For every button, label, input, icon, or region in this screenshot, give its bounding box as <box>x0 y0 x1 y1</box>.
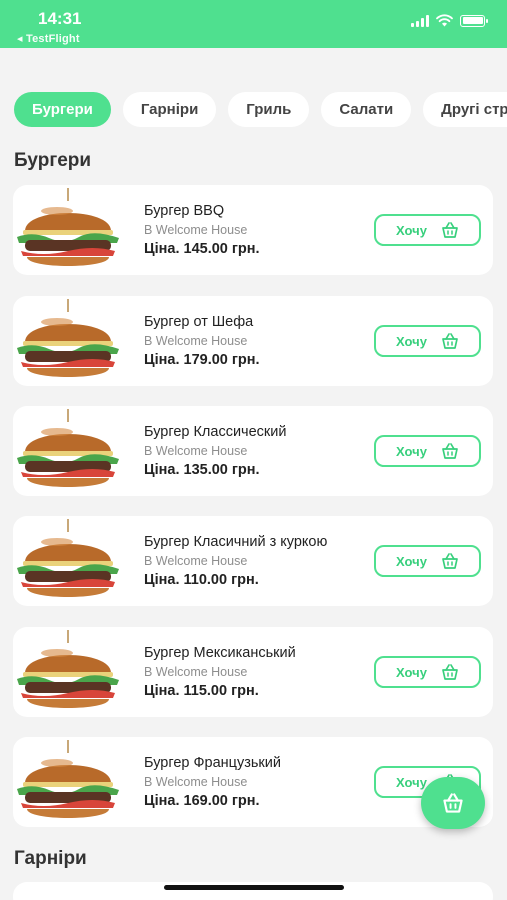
product-place: В Welcome House <box>144 665 248 679</box>
product-place: В Welcome House <box>144 444 248 458</box>
basket-icon <box>442 443 458 459</box>
section-title-sides: Гарніри <box>14 848 87 869</box>
product-photo <box>16 518 120 598</box>
status-bar: 14:31 ◂ TestFlight <box>0 0 507 48</box>
status-time: 14:31 <box>38 9 82 28</box>
want-button-label: Хочу <box>396 443 427 459</box>
want-button-label: Хочу <box>396 333 427 349</box>
want-button-label: Хочу <box>396 553 427 569</box>
product-photo <box>16 629 120 709</box>
product-name: Бургер BBQ <box>144 203 225 219</box>
want-button[interactable]: Хочу <box>374 214 481 246</box>
tab-main-dishes[interactable]: Другі страви <box>423 92 507 127</box>
status-icons <box>411 14 488 27</box>
product-price: Ціна. 145.00 грн. <box>144 241 260 257</box>
product-name: Бургер Французький <box>144 755 281 771</box>
product-photo <box>16 408 120 488</box>
tab-burgers[interactable]: Бургери <box>14 92 111 127</box>
product-name: Бургер от Шефа <box>144 314 254 330</box>
tab-sides[interactable]: Гарніри <box>122 92 217 127</box>
basket-icon <box>442 222 458 238</box>
product-card[interactable]: Бургер Класичний з куркою В Welcome Hous… <box>13 516 493 606</box>
product-price: Ціна. 110.00 грн. <box>144 572 259 588</box>
product-card[interactable]: Бургер Классический В Welcome House Ціна… <box>13 406 493 496</box>
want-button-label: Хочу <box>396 664 427 680</box>
back-to-testflight[interactable]: ◂ TestFlight <box>17 32 80 45</box>
basket-icon <box>443 793 463 813</box>
product-place: В Welcome House <box>144 334 248 348</box>
product-name: Бургер Мексиканський <box>144 645 296 661</box>
want-button[interactable]: Хочу <box>374 435 481 467</box>
want-button[interactable]: Хочу <box>374 545 481 577</box>
category-tabs: Бургери Гарніри Гриль Салати Другі страв… <box>14 92 507 128</box>
product-card[interactable]: Бургер Мексиканський В Welcome House Цін… <box>13 627 493 717</box>
basket-icon <box>442 333 458 349</box>
product-card[interactable]: Бургер от Шефа В Welcome House Ціна. 179… <box>13 296 493 386</box>
section-title-burgers: Бургери <box>14 150 92 171</box>
product-card[interactable]: Бургер BBQ В Welcome House Ціна. 145.00 … <box>13 185 493 275</box>
product-place: В Welcome House <box>144 554 248 568</box>
tab-salads[interactable]: Салати <box>321 92 412 127</box>
battery-icon <box>460 14 488 27</box>
product-price: Ціна. 169.00 грн. <box>144 793 260 809</box>
want-button[interactable]: Хочу <box>374 656 481 688</box>
product-card[interactable]: Бургер Французький В Welcome House Ціна.… <box>13 737 493 827</box>
signal-icon <box>411 14 429 27</box>
basket-icon <box>442 553 458 569</box>
product-price: Ціна. 115.00 грн. <box>144 683 259 699</box>
wifi-icon <box>436 14 453 27</box>
product-price: Ціна. 179.00 грн. <box>144 352 260 368</box>
want-button[interactable]: Хочу <box>374 325 481 357</box>
product-photo <box>16 739 120 819</box>
product-photo <box>16 298 120 378</box>
cart-fab-button[interactable] <box>421 777 485 829</box>
home-indicator[interactable] <box>164 885 344 890</box>
product-price: Ціна. 135.00 грн. <box>144 462 260 478</box>
tab-grill[interactable]: Гриль <box>228 92 310 127</box>
product-place: В Welcome House <box>144 775 248 789</box>
product-photo <box>16 187 120 267</box>
want-button-label: Хочу <box>396 222 427 238</box>
product-name: Бургер Классический <box>144 424 287 440</box>
product-place: В Welcome House <box>144 223 248 237</box>
want-button-label: Хочу <box>396 774 427 790</box>
basket-icon <box>442 664 458 680</box>
product-name: Бургер Класичний з куркою <box>144 534 328 550</box>
